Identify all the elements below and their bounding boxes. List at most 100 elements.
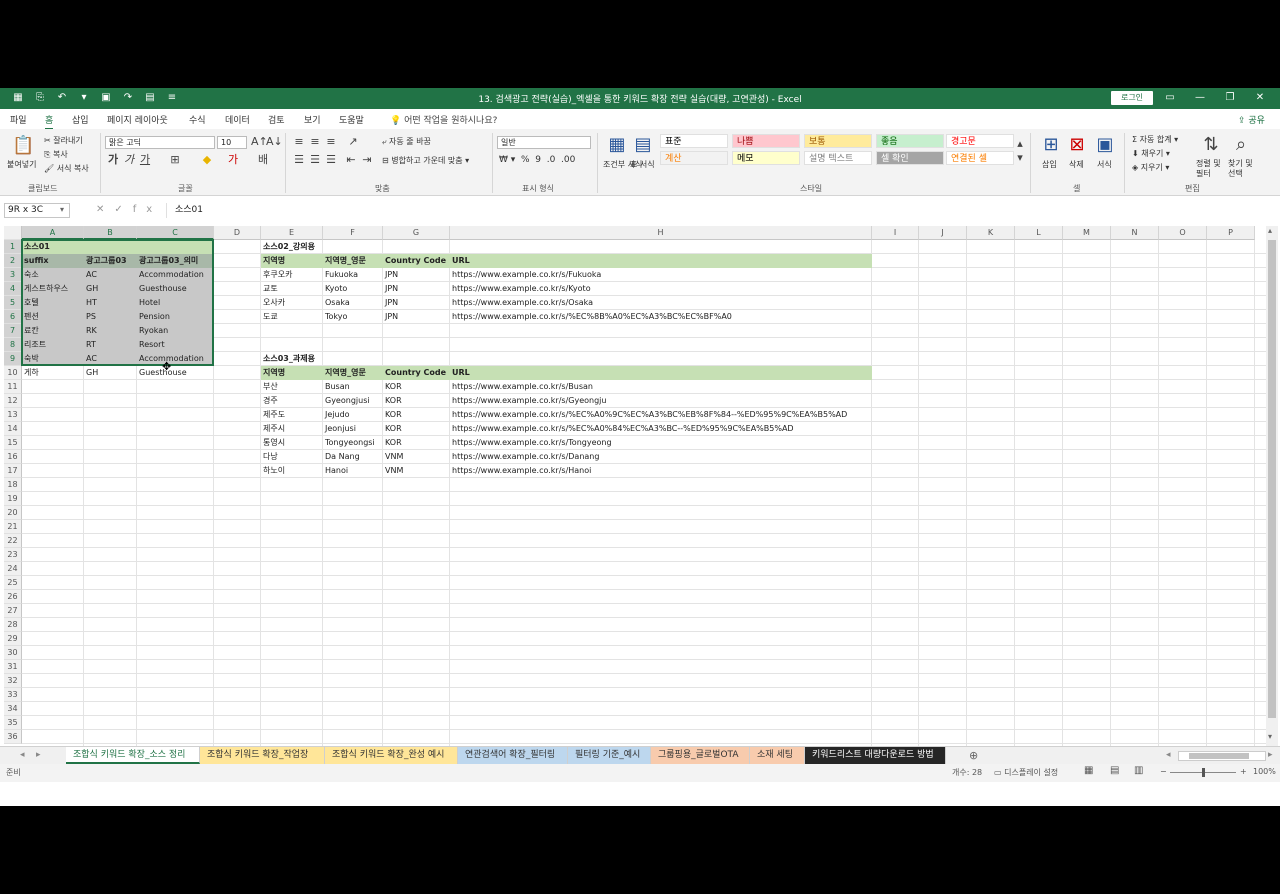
undo-dropdown-icon[interactable]: ▾ (76, 91, 92, 105)
cell-b1[interactable] (84, 240, 214, 254)
column-header-f[interactable]: F (323, 226, 383, 240)
align-center-icon[interactable]: ☰ (308, 153, 322, 167)
format-cells-button[interactable]: 서식 (1097, 159, 1112, 170)
save-as-icon[interactable]: ▤ (142, 91, 158, 105)
row-header-26[interactable]: 26 (4, 590, 22, 604)
autosave-icon[interactable]: ⎘ (32, 91, 48, 105)
worksheet-grid[interactable]: A B C D E F G H I J K L M N O P 1 2 3 4 5 6 7 8 9 10 11 12 13 14 15 16 1… (4, 226, 1266, 746)
data-cell[interactable]: https://www.example.co.kr/s/%EC%8B%A0%EC… (450, 310, 872, 324)
data-cell[interactable]: Accommodation (137, 352, 214, 366)
share-button[interactable]: ⇪ 공유 (1238, 113, 1265, 126)
paste-button[interactable]: 붙여넣기 (7, 159, 36, 170)
select-all-corner[interactable] (4, 226, 22, 240)
cell-style-item[interactable]: 셀 확인 (876, 151, 944, 165)
tab-page-layout[interactable]: 페이지 레이아웃 (107, 113, 168, 126)
data-cell[interactable]: AC (84, 352, 137, 366)
data-cell[interactable]: VNM (383, 464, 450, 478)
tab-formulas[interactable]: 수식 (189, 113, 206, 126)
row-header-5[interactable]: 5 (4, 296, 22, 310)
data-cell[interactable]: GH (84, 366, 137, 380)
data-cell[interactable]: https://www.example.co.kr/s/Danang (450, 450, 872, 464)
align-bottom-icon[interactable]: ≡ (324, 135, 338, 149)
data-cell[interactable]: 제주시 (261, 422, 323, 436)
header-cell[interactable]: 지역명_영문 (323, 366, 383, 380)
data-cell[interactable]: 숙박 (22, 352, 84, 366)
data-cell[interactable]: https://www.example.co.kr/s/Busan (450, 380, 872, 394)
cell-style-item[interactable]: 연결된 셀 (946, 151, 1014, 165)
underline-icon[interactable]: 가 (138, 153, 152, 167)
column-header-g[interactable]: G (383, 226, 450, 240)
close-icon[interactable]: ✕ (1250, 91, 1270, 105)
display-settings-button[interactable]: ▭ 디스플레이 설정 (994, 767, 1058, 778)
data-cell[interactable]: 도쿄 (261, 310, 323, 324)
formula-input[interactable]: 소스01 (166, 203, 1274, 218)
row-header-33[interactable]: 33 (4, 688, 22, 702)
data-cell[interactable]: Da Nang (323, 450, 383, 464)
save-icon[interactable]: ▣ (98, 91, 114, 105)
data-cell[interactable]: KOR (383, 408, 450, 422)
format-cells-icon[interactable]: ▣ (1094, 134, 1116, 156)
data-cell[interactable]: KOR (383, 380, 450, 394)
zoom-in-icon[interactable]: + (1240, 767, 1247, 776)
column-header-k[interactable]: K (967, 226, 1015, 240)
row-header-15[interactable]: 15 (4, 436, 22, 450)
column-header-h[interactable]: H (450, 226, 872, 240)
cancel-icon[interactable]: ✕ (96, 204, 114, 215)
undo-icon[interactable]: ↶ (54, 91, 70, 105)
gallery-more-icon[interactable]: ▾ (1013, 151, 1027, 165)
tab-review[interactable]: 검토 (268, 113, 285, 126)
tab-view[interactable]: 보기 (304, 113, 321, 126)
data-cell[interactable]: Hanoi (323, 464, 383, 478)
cell-style-item[interactable]: 계산 (660, 151, 728, 165)
format-as-table-button[interactable]: 표 서식 (630, 159, 655, 170)
column-header-e[interactable]: E (261, 226, 323, 240)
name-box-dropdown-icon[interactable]: ▾ (60, 205, 64, 214)
data-cell[interactable]: https://www.example.co.kr/s/%EC%A0%9C%EC… (450, 408, 872, 422)
sheet-tab[interactable]: 필터링 기준_예시 (568, 747, 651, 764)
data-cell[interactable]: 제주도 (261, 408, 323, 422)
sheet-tab[interactable]: 조합식 키워드 확장_작업장 (200, 747, 325, 764)
font-color-icon[interactable]: 가 (226, 153, 240, 167)
data-cell[interactable]: 오사카 (261, 296, 323, 310)
fill-color-icon[interactable]: ◆ (200, 153, 214, 167)
zoom-out-icon[interactable]: − (1160, 767, 1167, 776)
tell-me-search[interactable]: 💡 어떤 작업을 원하시나요? (390, 113, 497, 126)
sheet-tab[interactable]: 소재 세팅 (750, 747, 805, 764)
row-header-9[interactable]: 9 (4, 352, 22, 366)
align-right-icon[interactable]: ☰ (324, 153, 338, 167)
customize-qat-icon[interactable]: ≡ (164, 91, 180, 105)
sort-filter-icon[interactable]: ⇅ (1200, 134, 1222, 156)
data-cell[interactable]: https://www.example.co.kr/s/Tongyeong (450, 436, 872, 450)
data-cell[interactable]: PS (84, 310, 137, 324)
cut-button[interactable]: ✂ 잘라내기 (44, 135, 83, 146)
format-as-table-icon[interactable]: ▤ (632, 134, 654, 156)
redo-icon[interactable]: ↷ (120, 91, 136, 105)
data-cell[interactable]: Resort (137, 338, 214, 352)
number-format-select[interactable]: 일반 (497, 136, 591, 149)
data-cell[interactable]: Guesthouse (137, 366, 214, 380)
data-cell[interactable]: AC (84, 268, 137, 282)
align-top-icon[interactable]: ≡ (292, 135, 306, 149)
header-cell[interactable]: URL (450, 254, 872, 268)
decrease-font-icon[interactable]: A↓ (266, 135, 283, 149)
hscroll-left-icon[interactable]: ◂ (1166, 750, 1171, 760)
row-header-16[interactable]: 16 (4, 450, 22, 464)
column-header-a[interactable]: A (22, 226, 84, 240)
cell-style-item[interactable]: 나쁨 (732, 134, 800, 148)
scroll-up-icon[interactable]: ▴ (1268, 226, 1272, 235)
data-cell[interactable]: Fukuoka (323, 268, 383, 282)
cell-style-item[interactable]: 경고문 (946, 134, 1014, 148)
row-header-34[interactable]: 34 (4, 702, 22, 716)
next-sheet-icon[interactable]: ▸ (36, 750, 41, 760)
column-header-p[interactable]: P (1207, 226, 1255, 240)
clear-button[interactable]: ◈ 지우기 ▾ (1132, 162, 1169, 173)
data-cell[interactable]: 게하 (22, 366, 84, 380)
hscroll-right-icon[interactable]: ▸ (1268, 750, 1273, 760)
column-header-d[interactable]: D (214, 226, 261, 240)
column-header-c[interactable]: C (137, 226, 214, 240)
column-header-m[interactable]: M (1063, 226, 1111, 240)
data-cell[interactable]: KOR (383, 436, 450, 450)
data-cell[interactable]: Tokyo (323, 310, 383, 324)
column-header-j[interactable]: J (919, 226, 967, 240)
data-cell[interactable]: VNM (383, 450, 450, 464)
